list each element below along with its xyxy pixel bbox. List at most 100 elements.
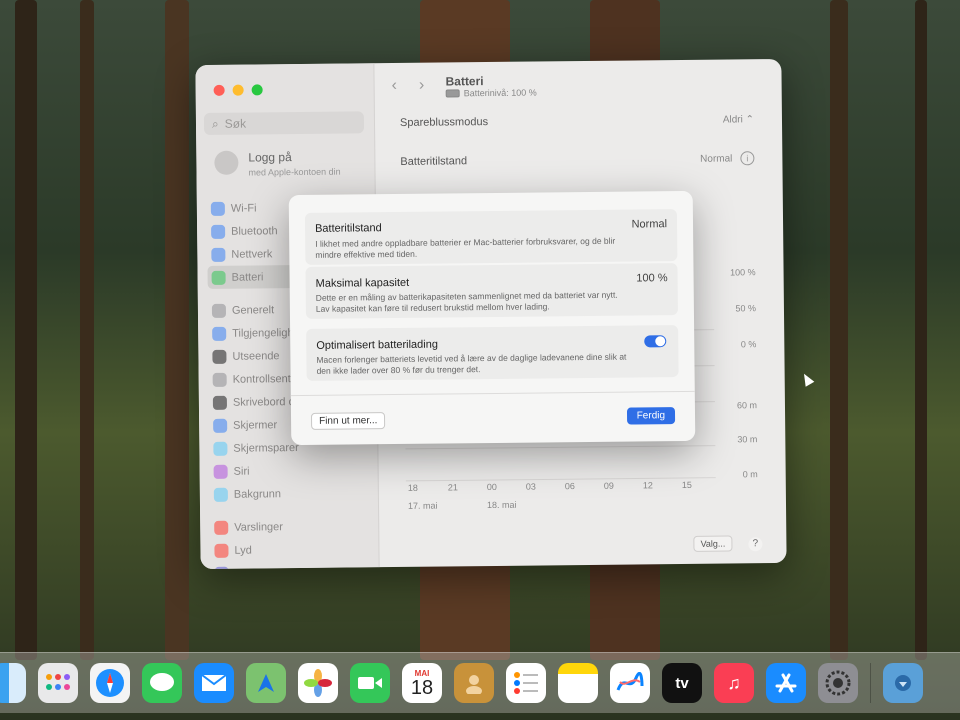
calendar-icon[interactable]: MAI 18 [402, 663, 442, 703]
info-icon[interactable]: i [740, 151, 755, 166]
accessibility-icon [212, 326, 227, 341]
pct-label: 50 % [735, 303, 757, 314]
display-icon [213, 418, 228, 433]
battery-icon [211, 270, 226, 285]
low-power-select[interactable]: Aldri ⌃ [723, 114, 754, 125]
finder-icon[interactable] [0, 663, 26, 703]
battery-level: Batterinivå: 100 % [445, 87, 537, 99]
mail-icon[interactable] [194, 663, 234, 703]
sidebar-item-bakgrunn[interactable]: Bakgrunn [213, 481, 374, 506]
speaker-icon [214, 543, 229, 558]
sidebar-item-varslinger[interactable]: Varslinger [214, 514, 374, 539]
battery-health-label: Batteritilstand [400, 155, 468, 168]
max-capacity-card: Maksimal kapasitet 100 % Dette er en mål… [305, 263, 678, 319]
reminders-icon[interactable] [506, 663, 546, 703]
close-button[interactable] [213, 84, 225, 96]
wifi-icon [210, 201, 225, 216]
low-power-label: Spareblussmodus [399, 116, 489, 129]
dock: MAI 18 tv ♫ [0, 652, 960, 713]
sidebar-item-label: Skjermsparer [233, 441, 299, 455]
sidebar-item-label: Batteri [231, 270, 264, 284]
bluetooth-icon [211, 224, 226, 239]
card-value: 100 % [636, 272, 668, 285]
safari-icon[interactable] [90, 663, 130, 703]
hour-label: 12 [642, 480, 653, 491]
messages-icon[interactable] [142, 663, 182, 703]
navigation: ‹ › [392, 77, 425, 95]
sidebar-item-lyd[interactable]: Lyd [214, 537, 374, 562]
optimized-charging-toggle[interactable] [644, 335, 667, 348]
hour-label: 09 [603, 480, 614, 491]
freeform-icon[interactable] [610, 663, 650, 703]
maps-icon[interactable] [246, 663, 286, 703]
wallpaper-icon [213, 487, 228, 502]
card-title: Batteritilstand [314, 222, 382, 235]
screensaver-icon [213, 441, 228, 456]
divider [290, 390, 695, 397]
music-icon[interactable]: ♫ [714, 663, 754, 703]
back-icon[interactable]: ‹ [392, 77, 398, 95]
card-value: Normal [631, 218, 668, 231]
learn-more-button[interactable]: Finn ut mer... [310, 412, 386, 430]
hour-label: 00 [486, 481, 497, 493]
photos-icon[interactable] [298, 663, 338, 703]
tv-label: tv [675, 674, 689, 692]
done-button[interactable]: Ferdig [626, 407, 676, 425]
min-label: 0 m [742, 469, 758, 480]
window-controls [213, 84, 263, 96]
login-subtitle: med Apple-kontoen din [248, 166, 341, 178]
card-title: Optimalisert batterilading [316, 338, 439, 352]
battery-level-text: Batterinivå: 100 % [463, 87, 537, 99]
day-label: 18. mai [486, 499, 517, 511]
options-button[interactable]: Valg... [693, 535, 733, 552]
sidebar-item-label: Generelt [231, 303, 275, 317]
desktop-icon [212, 395, 227, 410]
notes-icon[interactable] [558, 663, 598, 703]
sidebar-item-label: Bakgrunn [233, 487, 282, 501]
downloads-folder-icon[interactable] [883, 663, 923, 703]
siri-icon [213, 464, 228, 479]
facetime-icon[interactable] [350, 663, 390, 703]
forward-icon[interactable]: › [419, 77, 425, 95]
hour-label: 18 [407, 482, 418, 493]
moon-icon [214, 566, 229, 570]
app-store-icon[interactable] [766, 663, 806, 703]
sidebar-item-label: Lyd [234, 544, 252, 557]
sidebar-item-label: Nettverk [231, 247, 273, 261]
hour-label: 06 [564, 481, 575, 492]
avatar [214, 150, 239, 175]
globe-icon [211, 247, 226, 262]
optimized-charging-card: Optimalisert batterilading Macen forleng… [306, 325, 679, 381]
launchpad-icon[interactable] [38, 663, 78, 703]
min-label: 60 m [736, 400, 758, 411]
sidebar-item-label: Bluetooth [231, 224, 278, 238]
pct-label: 0 % [740, 339, 757, 350]
sidebar-item-label: Wi-Fi [230, 201, 257, 215]
sidebar-item-label: Utseende [232, 349, 280, 363]
day-label: 17. mai [407, 500, 438, 511]
contacts-icon[interactable] [454, 663, 494, 703]
battery-health-value: Normal [700, 153, 733, 165]
search-input[interactable]: ⌕ Søk [203, 111, 365, 135]
help-button[interactable]: ? [748, 537, 763, 552]
search-placeholder: Søk [224, 116, 247, 131]
apple-account-login[interactable]: Logg på med Apple-kontoen din [214, 150, 341, 178]
control-center-icon [212, 372, 227, 387]
page-title: Batteri [445, 74, 484, 89]
hour-label: 03 [525, 481, 536, 492]
sidebar-item-siri[interactable]: Siri [213, 458, 374, 483]
zoom-button[interactable] [251, 84, 263, 96]
hour-label: 15 [681, 479, 692, 491]
battery-health-dialog: Batteritilstand Normal I likhet med andr… [288, 190, 696, 446]
search-icon: ⌕ [211, 116, 219, 131]
pct-label: 100 % [729, 267, 756, 278]
calendar-day: 18 [410, 676, 434, 699]
battery-health-card: Batteritilstand Normal I likhet med andr… [304, 209, 678, 265]
system-settings-icon[interactable] [818, 663, 858, 703]
hour-label: 21 [447, 482, 458, 493]
apple-tv-icon[interactable]: tv [662, 663, 702, 703]
low-power-row: Spareblussmodus Aldri ⌃ [400, 113, 754, 129]
gear-icon [211, 303, 227, 318]
minimize-button[interactable] [232, 84, 244, 96]
battery-health-row: Batteritilstand Normal i [400, 151, 755, 169]
